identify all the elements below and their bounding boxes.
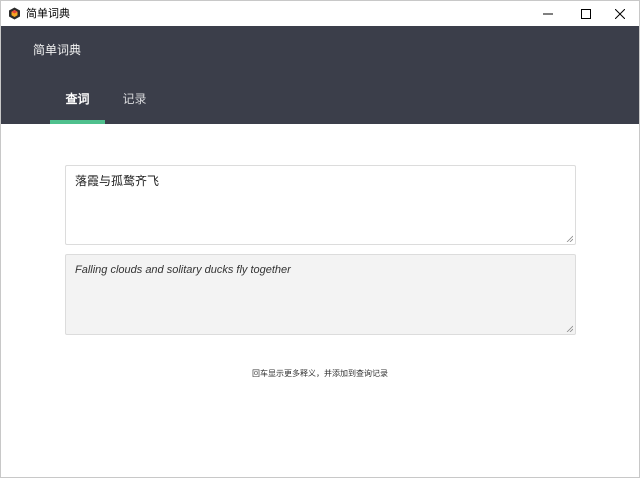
- header-title: 简单词典: [33, 43, 82, 57]
- translation-output[interactable]: Falling clouds and solitary ducks fly to…: [65, 254, 576, 335]
- tab-history[interactable]: 记录: [107, 91, 162, 124]
- minimize-icon: [543, 13, 553, 14]
- maximize-button[interactable]: [567, 1, 605, 26]
- active-tab-indicator: [50, 120, 105, 124]
- resize-grip-icon[interactable]: [566, 235, 573, 242]
- window-title: 简单词典: [26, 7, 70, 20]
- query-input-value: 落霞与孤鹜齐飞: [75, 174, 160, 188]
- close-icon: [615, 8, 625, 19]
- query-input[interactable]: 落霞与孤鹜齐飞: [65, 165, 576, 245]
- resize-grip-icon[interactable]: [566, 325, 573, 332]
- title-bar[interactable]: 简单词典: [1, 1, 639, 26]
- maximize-icon: [581, 8, 591, 19]
- app-window: 简单词典 简单词典 查词 记录 落霞与孤鹜齐飞 Falling clouds a…: [0, 0, 640, 478]
- close-button[interactable]: [601, 1, 639, 26]
- app-header: 简单词典 查词 记录: [1, 26, 639, 124]
- minimize-button[interactable]: [529, 1, 567, 26]
- app-logo-icon: [9, 7, 20, 20]
- hint-text: 回车显示更多释义，并添加到查询记录: [252, 369, 388, 378]
- translation-output-value: Falling clouds and solitary ducks fly to…: [75, 264, 291, 276]
